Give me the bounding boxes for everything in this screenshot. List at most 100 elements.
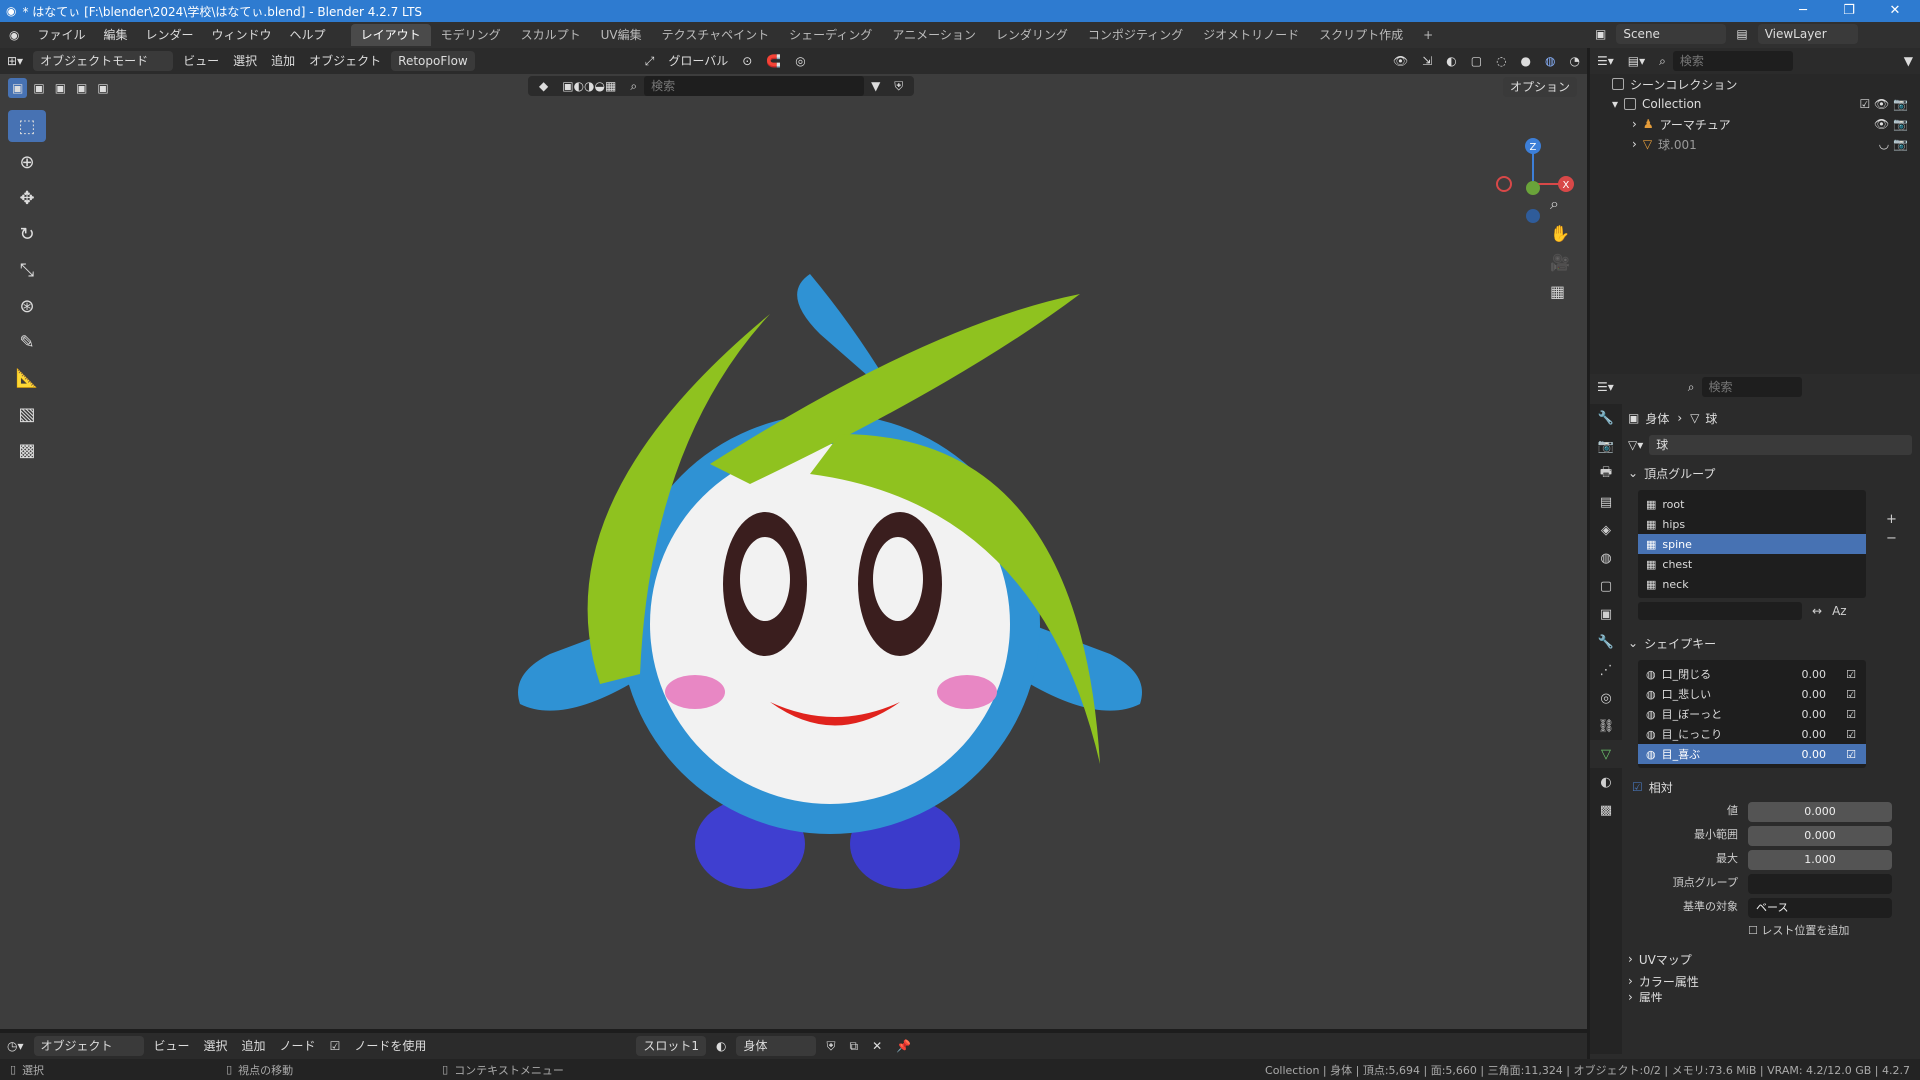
shape-keys-panel-header[interactable]: ⌄ シェイプキー (1628, 632, 1912, 654)
scale-tool-icon[interactable]: ⤡ (8, 254, 46, 286)
editor-type-icon[interactable]: ⊞▾ (0, 51, 30, 71)
maximize-button[interactable]: ❐ (1826, 0, 1872, 22)
mesh-data-icon[interactable]: ▽▾ (1628, 438, 1643, 452)
slot-selector[interactable]: スロット1 (636, 1036, 706, 1056)
data-tab-icon[interactable]: ▽ (1590, 740, 1622, 768)
overlay-icon[interactable]: ◐ (1439, 51, 1463, 71)
shape-key-value[interactable]: 0.00 (1802, 668, 1827, 681)
viewlayer-icon[interactable]: ▤ (1729, 24, 1754, 44)
menu-add-bottom[interactable]: 追加 (235, 1036, 273, 1056)
physics-tab-icon[interactable]: ◎ (1590, 684, 1622, 712)
cursor-tool-icon[interactable]: ⊕ (8, 146, 46, 178)
pan-hand-icon[interactable]: ✋ (1550, 224, 1570, 243)
filter-icon[interactable]: ▼ (864, 76, 887, 96)
material-sphere-icon[interactable]: ◐ (709, 1036, 733, 1056)
visibility-toggles[interactable]: 👁 📷 (1874, 117, 1908, 131)
shading-material-icon[interactable]: ◍ (1538, 51, 1562, 71)
shape-key-value[interactable]: 0.00 (1802, 708, 1827, 721)
tab-scripting[interactable]: スクリプト作成 (1309, 24, 1413, 46)
add-workspace-icon[interactable]: + (1413, 24, 1443, 46)
gizmo-y-axis[interactable] (1526, 181, 1540, 195)
tab-shading[interactable]: シェーディング (779, 24, 882, 46)
outliner-type-icon[interactable]: ☰▾ (1590, 51, 1621, 71)
expand-arrow-icon[interactable]: › (1632, 137, 1637, 151)
proportional-edit-icon[interactable]: ◎ (788, 51, 812, 71)
use-nodes-checkbox[interactable]: ☑ (323, 1036, 348, 1056)
remove-vertex-group-icon[interactable]: − (1886, 531, 1897, 546)
max-field[interactable]: 1.000 (1748, 850, 1892, 870)
list-item[interactable]: ◍ 目_喜ぶ 0.00 ☑ (1638, 744, 1866, 764)
shading-wireframe-icon[interactable]: ◌ (1489, 51, 1513, 71)
retopoflow-menu[interactable]: RetopoFlow (391, 51, 475, 71)
list-item[interactable]: ▦ root (1638, 494, 1866, 514)
checkbox-icon[interactable]: ☑ (1846, 748, 1856, 761)
transform-orientation-selector[interactable]: グローバル (661, 51, 735, 71)
scene-collection-row[interactable]: シーンコレクション (1590, 74, 1920, 94)
unlink-material-icon[interactable]: ✕ (865, 1036, 889, 1056)
list-item[interactable]: ◍ 目_にっこり 0.00 ☑ (1638, 724, 1866, 744)
visibility-toggles[interactable]: ◡ 📷 (1879, 137, 1908, 151)
gizmo-neg-z[interactable] (1526, 209, 1540, 223)
min-field[interactable]: 0.000 (1748, 826, 1892, 846)
vertex-groups-panel-header[interactable]: ⌄ 頂点グループ (1628, 462, 1912, 484)
tab-compositing[interactable]: コンポジティング (1078, 24, 1193, 46)
collection-tab-icon[interactable]: ▢ (1590, 572, 1622, 600)
particles-tab-icon[interactable]: ⋰ (1590, 656, 1622, 684)
transform-orientation-icon[interactable]: ⤢ (638, 51, 662, 71)
scene-selector[interactable]: Scene (1616, 24, 1727, 44)
modifier-tab-icon[interactable]: 🔧 (1590, 628, 1622, 656)
annotate-tool-icon[interactable]: ✎ (8, 326, 46, 358)
collection-row[interactable]: ▾ Collection ☑ 👁 📷 (1590, 94, 1920, 114)
texture-tab-icon[interactable]: ▩ (1590, 796, 1622, 824)
viewlayer-selector[interactable]: ViewLayer (1757, 24, 1858, 44)
viewlayer-tab-icon[interactable]: ▤ (1590, 488, 1622, 516)
select-invert-icon[interactable]: ▣ (72, 78, 91, 98)
visibility-icon[interactable]: 👁 (1386, 51, 1415, 71)
tab-texture-paint[interactable]: テクスチャペイント (652, 24, 780, 46)
outliner-item-armature[interactable]: › ♟ アーマチュア 👁 📷 (1590, 114, 1920, 134)
sort-az-icon[interactable]: Az (1832, 604, 1847, 618)
menu-select[interactable]: 選択 (226, 51, 264, 71)
rest-position-checkbox[interactable]: ☐ (1748, 924, 1761, 937)
list-item[interactable]: ◍ 口_悲しい 0.00 ☑ (1638, 684, 1866, 704)
tool-tab-icon[interactable]: 🔧 (1590, 404, 1622, 432)
select-subtract-icon[interactable]: ▣ (51, 78, 70, 98)
menu-render[interactable]: レンダー (137, 22, 203, 48)
list-item[interactable]: ▦ hips (1638, 514, 1866, 534)
menu-file[interactable]: ファイル (28, 22, 94, 48)
ortho-grid-icon[interactable]: ▦ (1550, 282, 1570, 301)
attrs-panel-header[interactable]: › 属性 (1628, 992, 1912, 1002)
tab-rendering[interactable]: レンダリング (986, 24, 1078, 46)
extra-tool-icon[interactable]: ▩ (8, 434, 46, 466)
menu-window[interactable]: ウィンドウ (203, 22, 281, 48)
menu-view[interactable]: ビュー (176, 51, 226, 71)
shape-key-value[interactable]: 0.00 (1802, 748, 1827, 761)
relative-checkbox[interactable]: ☑ (1632, 780, 1643, 794)
display-mode-icons[interactable]: ▣◐◑◒▦ (555, 76, 623, 96)
visibility-toggles[interactable]: ☑ 👁 📷 (1859, 97, 1908, 111)
value-field[interactable]: 0.000 (1748, 802, 1892, 822)
3d-viewport[interactable]: ▣ ▣ ▣ ▣ ▣ ◆ ▣◐◑◒▦ ⌕ 検索 ▼ ⛨ オプション ⬚ ⊕ ✥ ↻… (0, 74, 1587, 1029)
tab-uv[interactable]: UV編集 (591, 24, 652, 46)
tab-sculpt[interactable]: スカルプト (511, 24, 591, 46)
close-button[interactable]: ✕ (1872, 0, 1918, 22)
viewport-search-input[interactable]: 検索 (644, 76, 865, 96)
add-cube-tool-icon[interactable]: ▧ (8, 398, 46, 430)
tab-modeling[interactable]: モデリング (431, 24, 511, 46)
xray-icon[interactable]: ▢ (1464, 51, 1489, 71)
menu-edit[interactable]: 編集 (95, 22, 137, 48)
menu-view-bottom[interactable]: ビュー (147, 1036, 197, 1056)
select-box-tool-icon[interactable]: ⬚ (8, 110, 46, 142)
outliner-item-sphere[interactable]: › ▽ 球.001 ◡ 📷 (1590, 134, 1920, 154)
color-attrs-panel-header[interactable]: › カラー属性 (1628, 970, 1912, 992)
list-item[interactable]: ◍ 目_ぼーっと 0.00 ☑ (1638, 704, 1866, 724)
render-tab-icon[interactable]: 📷 (1590, 432, 1622, 460)
vgroup-field[interactable] (1748, 874, 1892, 894)
move-tool-icon[interactable]: ✥ (8, 182, 46, 214)
tab-geometry-nodes[interactable]: ジオメトリノード (1193, 24, 1309, 46)
mode-selector[interactable]: オブジェクトモード (33, 51, 174, 71)
gizmo-toggle-icon[interactable]: ⇲ (1415, 51, 1439, 71)
gizmo-neg-x[interactable] (1496, 176, 1512, 192)
scene-tab-icon[interactable]: ◈ (1590, 516, 1622, 544)
select-new-icon[interactable]: ▣ (8, 78, 28, 98)
